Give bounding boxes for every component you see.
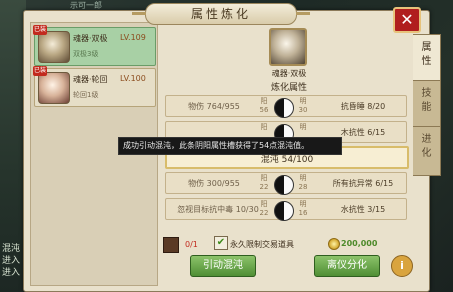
yin-label: 明 — [299, 123, 307, 131]
background-side-text-2: 进入 — [2, 256, 21, 266]
yang-label: 阳 22 — [259, 200, 269, 217]
equipped-badge: 已装 — [33, 66, 47, 76]
selected-soul-icon — [269, 28, 307, 66]
checkbox-icon[interactable]: ✔ — [214, 236, 228, 250]
activate-chaos-button[interactable]: 引动混沌 — [190, 255, 256, 277]
soul-item-lunhui[interactable]: 已装 魂器·轮回 LV.100 轮回1级 — [33, 66, 156, 107]
yin-attribute: 水抗性 3/15 — [340, 205, 386, 214]
item-name: 魂器·双极 — [73, 34, 108, 43]
tab-evolve[interactable]: 进化 — [413, 126, 441, 176]
info-icon[interactable]: i — [391, 255, 413, 277]
soul-item-icon — [38, 31, 70, 63]
yang-attribute: 物伤 300/955 — [188, 179, 240, 188]
item-level: LV.109 — [120, 33, 146, 42]
yang-label: 阳 — [260, 123, 268, 131]
yin-attribute: 抗昏睡 8/20 — [340, 102, 386, 111]
coin-amount: 200,000 — [341, 239, 378, 248]
yin-label: 明 28 — [298, 174, 308, 191]
panel-title: 属性炼化 — [132, 3, 310, 25]
restricted-trade-label: 永久限制交易道具 — [230, 240, 294, 249]
close-button[interactable]: ✕ — [393, 7, 421, 33]
attribute-row[interactable]: 物伤 764/955 阳 56 明 30 抗昏睡 8/20 — [165, 95, 407, 118]
background-side-text-1: 混沌 — [2, 244, 21, 254]
attribute-row[interactable]: 忽视目标抗中毒 10/30 阳 22 明 16 水抗性 3/15 — [165, 198, 407, 221]
item-level: LV.100 — [120, 74, 146, 83]
yin-label: 明 30 — [298, 97, 308, 114]
equipped-badge: 已装 — [33, 25, 47, 35]
soul-item-icon — [38, 72, 70, 104]
yang-label: 阳 22 — [259, 174, 269, 191]
tab-attributes[interactable]: 属性 — [413, 34, 441, 84]
material-count: 0/1 — [185, 240, 198, 249]
coin-icon — [328, 238, 340, 250]
yin-label: 明 16 — [298, 200, 308, 217]
yin-yang-icon — [274, 175, 294, 195]
yang-label: 阳 56 — [259, 97, 269, 114]
item-subtitle: 轮回1级 — [73, 91, 99, 99]
yin-yang-icon — [274, 201, 294, 221]
background-side-text-3: 进入 — [2, 268, 21, 278]
yang-attribute: 物伤 764/955 — [188, 102, 240, 111]
yin-attribute: 所有抗异常 6/15 — [332, 179, 394, 188]
section-title: 炼化属性 — [270, 83, 307, 93]
result-tooltip: 成功引动混沌，此条阴阳属性槽获得了54点混沌值。 — [118, 137, 342, 155]
tab-skills[interactable]: 技能 — [413, 80, 441, 130]
soul-item-shuangji[interactable]: 已装 魂器·双极 LV.109 双极3级 — [33, 25, 156, 66]
yin-yang-icon — [274, 98, 294, 118]
material-slot[interactable] — [163, 237, 179, 253]
item-name: 魂器·轮回 — [73, 75, 108, 84]
selected-soul-name: 魂器·双极 — [271, 69, 307, 78]
item-subtitle: 双极3级 — [73, 50, 99, 58]
attribute-row[interactable]: 物伤 300/955 阳 22 明 28 所有抗异常 6/15 — [165, 172, 407, 195]
split-button[interactable]: 离仪分化 — [314, 255, 380, 277]
yang-attribute: 忽视目标抗中毒 10/30 — [177, 205, 259, 214]
